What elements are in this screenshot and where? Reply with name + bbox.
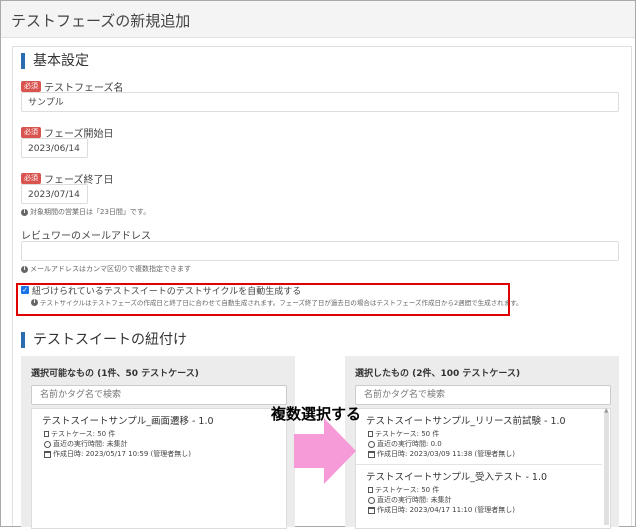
- available-title: 選択可能なもの (1件、50 テストケース): [31, 369, 199, 379]
- suite-created: 作成日時: 2023/04/17 11:10 (管理者無し): [368, 505, 515, 515]
- calendar-icon: [368, 450, 375, 458]
- calendar-icon: [44, 450, 51, 458]
- available-list: テストスイートサンプル_画面遷移 - 1.0 テストケース: 50 件 直近の実…: [31, 408, 287, 529]
- suite-created: 作成日時: 2023/03/09 11:38 (管理者無し): [368, 449, 515, 459]
- suite-last-run-text: 直近の実行時間: 未集計: [53, 440, 128, 448]
- suite-created-text: 作成日時: 2023/04/17 11:10 (管理者無し): [377, 506, 516, 514]
- business-days-note-text: 対象期間の営業日は「23日間」です。: [30, 208, 151, 216]
- suite-last-run-text: 直近の実行時間: 0.0: [377, 440, 442, 448]
- clock-icon: [44, 440, 51, 448]
- document-icon: [368, 487, 373, 493]
- auto-cycle-label[interactable]: 紐づけられているテストスイートのテストサイクルを自動生成する: [32, 284, 301, 297]
- required-badge: 必須: [21, 81, 41, 92]
- list-item[interactable]: テストスイートサンプル_受入テスト - 1.0 テストケース: 50 件 直近の…: [356, 465, 602, 525]
- suite-last-run: 直近の実行時間: 0.0: [368, 439, 442, 449]
- end-date-input[interactable]: 2023/07/14: [21, 184, 88, 204]
- reviewer-note-text: メールアドレスはカンマ区切りで複数指定できます: [30, 265, 191, 273]
- required-badge: 必須: [21, 173, 41, 184]
- start-date-input[interactable]: 2023/06/14: [21, 138, 88, 158]
- right-arrow-icon: [294, 418, 356, 484]
- scroll-up-icon[interactable]: ▲: [604, 407, 609, 414]
- reviewer-email-input[interactable]: [21, 241, 619, 261]
- suite-last-run: 直近の実行時間: 未集計: [368, 495, 452, 505]
- info-icon: i: [21, 208, 28, 216]
- suite-case-count-text: テストケース: 50 件: [375, 486, 440, 494]
- available-panel: 選択可能なもの (1件、50 テストケース) 名前かタグ名で検索 テストスイート…: [21, 356, 295, 529]
- suite-case-count: テストケース: 50 件: [44, 429, 115, 439]
- info-icon: i: [21, 265, 28, 273]
- list-item[interactable]: テストスイートサンプル_リリース前試験 - 1.0 テストケース: 50 件 直…: [356, 409, 602, 463]
- suite-case-count-text: テストケース: 50 件: [51, 430, 116, 438]
- selected-list: テストスイートサンプル_リリース前試験 - 1.0 テストケース: 50 件 直…: [355, 407, 611, 529]
- page-title: テストフェーズの新規追加: [11, 12, 191, 30]
- suite-created-text: 作成日時: 2023/03/09 11:38 (管理者無し): [377, 450, 516, 458]
- available-search-input[interactable]: 名前かタグ名で検索: [31, 385, 287, 405]
- required-badge: 必須: [21, 127, 41, 138]
- suite-created-text: 作成日時: 2023/05/17 10:59 (管理者無し): [53, 450, 192, 458]
- info-icon: i: [31, 298, 38, 306]
- business-days-note: i 対象期間の営業日は「23日間」です。: [21, 207, 150, 217]
- reviewer-label: レビュワーのメールアドレス: [21, 231, 151, 242]
- scrollbar[interactable]: [604, 413, 609, 525]
- suite-last-run: 直近の実行時間: 未集計: [44, 439, 128, 449]
- annotation-text: 複数選択する: [271, 405, 362, 423]
- suite-case-count: テストケース: 50 件: [368, 485, 439, 495]
- suite-last-run-text: 直近の実行時間: 未集計: [377, 496, 452, 504]
- section-title-basic: 基本設定: [21, 53, 89, 69]
- suite-title: テストスイートサンプル_画面遷移 - 1.0: [42, 416, 214, 427]
- document-icon: [44, 431, 49, 437]
- section-title-suites: テストスイートの紐付け: [21, 332, 187, 348]
- suite-title: テストスイートサンプル_受入テスト - 1.0: [366, 472, 548, 483]
- selected-search-input[interactable]: 名前かタグ名で検索: [355, 385, 611, 405]
- auto-cycle-checkbox[interactable]: ✓: [21, 286, 29, 294]
- list-item[interactable]: テストスイートサンプル_画面遷移 - 1.0 テストケース: 50 件 直近の実…: [32, 409, 286, 469]
- selected-title: 選択したもの (2件、100 テストケース): [355, 369, 521, 379]
- clock-icon: [368, 496, 375, 504]
- reviewer-note: i メールアドレスはカンマ区切りで複数指定できます: [21, 264, 191, 274]
- clock-icon: [368, 440, 375, 448]
- auto-cycle-note-text: テストサイクルはテストフェーズの作成日と終了日に合わせて自動生成されます。フェー…: [40, 299, 523, 307]
- suite-title: テストスイートサンプル_リリース前試験 - 1.0: [366, 416, 566, 427]
- suite-case-count: テストケース: 50 件: [368, 429, 439, 439]
- suite-case-count-text: テストケース: 50 件: [375, 430, 440, 438]
- suite-created: 作成日時: 2023/05/17 10:59 (管理者無し): [44, 449, 191, 459]
- auto-cycle-note: i テストサイクルはテストフェーズの作成日と終了日に合わせて自動生成されます。フ…: [31, 297, 523, 307]
- phase-name-input[interactable]: サンプル: [21, 92, 619, 112]
- page-header: テストフェーズの新規追加: [1, 1, 635, 38]
- selected-panel: 選択したもの (2件、100 テストケース) 名前かタグ名で検索 テストスイート…: [345, 356, 619, 529]
- calendar-icon: [368, 506, 375, 514]
- document-icon: [368, 431, 373, 437]
